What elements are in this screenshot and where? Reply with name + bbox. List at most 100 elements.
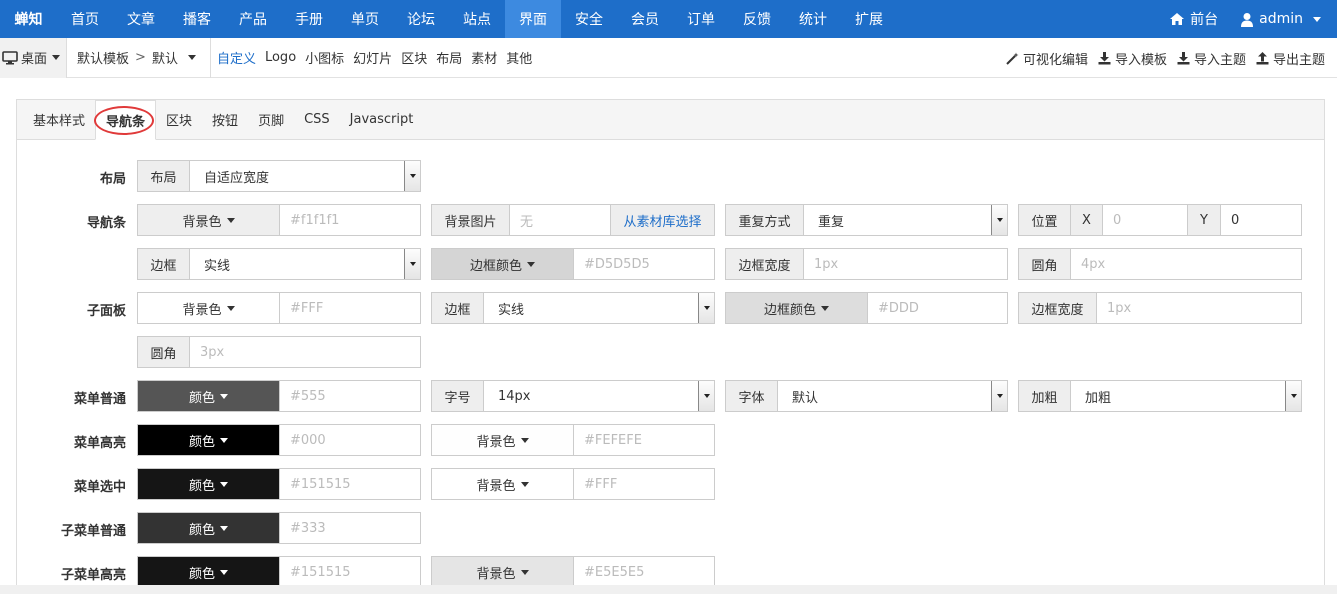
submenu-hover-bg-button[interactable]: 背景色: [432, 557, 574, 587]
menu-hover-color-button[interactable]: 颜色: [138, 425, 280, 455]
bold-select-value[interactable]: 加粗: [1071, 381, 1301, 411]
subpanel-border-select[interactable]: 边框 实线: [431, 292, 715, 324]
nav-item-articles[interactable]: 文章: [113, 0, 169, 38]
navbar-bg-image-field[interactable]: 背景图片 无 从素材库选择: [431, 204, 715, 236]
tab-basic-style[interactable]: 基本样式: [23, 100, 95, 139]
sublink-logo[interactable]: Logo: [265, 50, 296, 65]
nav-item-home[interactable]: 首页: [57, 0, 113, 38]
subpanel-border-color-field[interactable]: 边框颜色 #DDD: [725, 292, 1008, 324]
nav-item-products[interactable]: 产品: [225, 0, 281, 38]
menu-hover-color-field[interactable]: 颜色 #000: [137, 424, 421, 456]
subpanel-bg-color-input[interactable]: #FFF: [280, 293, 420, 323]
layout-select[interactable]: 布局 自适应宽度: [137, 160, 421, 192]
repeat-select[interactable]: 重复方式 重复: [725, 204, 1008, 236]
user-menu[interactable]: admin: [1240, 11, 1321, 27]
from-library-button[interactable]: 从素材库选择: [610, 205, 714, 235]
desktop-menu[interactable]: 桌面: [0, 37, 68, 78]
import-theme-button[interactable]: 导入主题: [1177, 49, 1246, 68]
nav-item-blog[interactable]: 播客: [169, 0, 225, 38]
menu-active-color-input[interactable]: #151515: [280, 469, 420, 499]
brand-logo[interactable]: 蝉知: [0, 0, 57, 38]
nav-item-feedback[interactable]: 反馈: [729, 0, 785, 38]
tab-javascript[interactable]: Javascript: [340, 100, 424, 139]
import-template-button[interactable]: 导入模板: [1098, 49, 1167, 68]
sublink-assets[interactable]: 素材: [471, 48, 497, 67]
submenu-hover-bg-field[interactable]: 背景色 #E5E5E5: [431, 556, 715, 588]
subpanel-border-color-button[interactable]: 边框颜色: [726, 293, 868, 323]
subpanel-border-color-input[interactable]: #DDD: [868, 293, 1007, 323]
subpanel-border-width-input[interactable]: 1px: [1097, 293, 1301, 323]
menu-normal-color-input[interactable]: #555: [280, 381, 420, 411]
tab-buttons[interactable]: 按钮: [202, 100, 248, 139]
sublink-custom[interactable]: 自定义: [217, 48, 256, 67]
chevron-down-icon[interactable]: [1285, 381, 1301, 411]
pos-x-input[interactable]: 0: [1103, 205, 1187, 235]
export-theme-button[interactable]: 导出主题: [1256, 49, 1325, 68]
pos-y-input[interactable]: 0: [1221, 205, 1301, 235]
bg-image-input[interactable]: 无: [510, 205, 610, 235]
tab-blocks[interactable]: 区块: [156, 100, 202, 139]
sublink-other[interactable]: 其他: [506, 48, 532, 67]
submenu-hover-color-field[interactable]: 颜色 #151515: [137, 556, 421, 588]
horizontal-scrollbar[interactable]: [0, 585, 1337, 594]
breadcrumb-template[interactable]: 默认模板: [77, 48, 129, 67]
nav-item-stats[interactable]: 统计: [785, 0, 841, 38]
font-select[interactable]: 字体 默认: [725, 380, 1008, 412]
nav-item-manual[interactable]: 手册: [281, 0, 337, 38]
nav-item-forum[interactable]: 论坛: [393, 0, 449, 38]
navbar-bg-color-field[interactable]: 背景色 #f1f1f1: [137, 204, 421, 236]
menu-active-color-button[interactable]: 颜色: [138, 469, 280, 499]
tab-footer[interactable]: 页脚: [248, 100, 294, 139]
sublink-blocks[interactable]: 区块: [401, 48, 427, 67]
menu-hover-color-input[interactable]: #000: [280, 425, 420, 455]
repeat-select-value[interactable]: 重复: [804, 205, 1007, 235]
subpanel-border-select-value[interactable]: 实线: [484, 293, 714, 323]
navbar-border-color-button[interactable]: 边框颜色: [432, 249, 574, 279]
navbar-border-width-input[interactable]: 1px: [804, 249, 1007, 279]
nav-item-security[interactable]: 安全: [561, 0, 617, 38]
submenu-hover-color-input[interactable]: #151515: [280, 557, 420, 587]
navbar-border-color-input[interactable]: #D5D5D5: [574, 249, 714, 279]
subpanel-border-width-field[interactable]: 边框宽度 1px: [1018, 292, 1302, 324]
layout-select-value[interactable]: 自适应宽度: [190, 161, 420, 191]
menu-hover-bg-button[interactable]: 背景色: [432, 425, 574, 455]
bold-select[interactable]: 加粗 加粗: [1018, 380, 1302, 412]
subpanel-radius-input[interactable]: 3px: [190, 337, 420, 367]
menu-hover-bg-input[interactable]: #FEFEFE: [574, 425, 714, 455]
nav-item-members[interactable]: 会员: [617, 0, 673, 38]
navbar-radius-input[interactable]: 4px: [1071, 249, 1301, 279]
front-link[interactable]: 前台: [1169, 9, 1218, 29]
menu-active-color-field[interactable]: 颜色 #151515: [137, 468, 421, 500]
chevron-down-icon[interactable]: [991, 381, 1007, 411]
nav-item-site[interactable]: 站点: [449, 0, 505, 38]
subpanel-bg-color-button[interactable]: 背景色: [138, 293, 280, 323]
subpanel-radius-field[interactable]: 圆角 3px: [137, 336, 421, 368]
navbar-border-color-field[interactable]: 边框颜色 #D5D5D5: [431, 248, 715, 280]
chevron-down-icon[interactable]: [404, 249, 420, 279]
submenu-normal-color-field[interactable]: 颜色 #333: [137, 512, 421, 544]
navbar-radius-field[interactable]: 圆角 4px: [1018, 248, 1302, 280]
navbar-border-select[interactable]: 边框 实线: [137, 248, 421, 280]
chevron-down-icon[interactable]: [991, 205, 1007, 235]
navbar-bg-color-input[interactable]: #f1f1f1: [280, 205, 420, 235]
menu-normal-color-button[interactable]: 颜色: [138, 381, 280, 411]
navbar-border-width-field[interactable]: 边框宽度 1px: [725, 248, 1008, 280]
visual-edit-button[interactable]: 可视化编辑: [1006, 49, 1088, 68]
font-select-value[interactable]: 默认: [778, 381, 1007, 411]
menu-hover-bg-field[interactable]: 背景色 #FEFEFE: [431, 424, 715, 456]
navbar-bg-color-button[interactable]: 背景色: [138, 205, 280, 235]
breadcrumb-theme[interactable]: 默认: [152, 48, 178, 67]
subpanel-bg-color-field[interactable]: 背景色 #FFF: [137, 292, 421, 324]
chevron-down-icon[interactable]: [698, 381, 714, 411]
tab-css[interactable]: CSS: [294, 100, 340, 139]
submenu-hover-color-button[interactable]: 颜色: [138, 557, 280, 587]
sublink-slides[interactable]: 幻灯片: [353, 48, 392, 67]
position-field[interactable]: 位置 X 0 Y 0: [1018, 204, 1302, 236]
sublink-favicon[interactable]: 小图标: [305, 48, 344, 67]
navbar-border-select-value[interactable]: 实线: [190, 249, 420, 279]
menu-active-bg-field[interactable]: 背景色 #FFF: [431, 468, 715, 500]
submenu-normal-color-input[interactable]: #333: [280, 513, 420, 543]
nav-item-pages[interactable]: 单页: [337, 0, 393, 38]
nav-item-ui[interactable]: 界面: [505, 0, 561, 38]
font-size-select-value[interactable]: 14px: [484, 381, 714, 411]
